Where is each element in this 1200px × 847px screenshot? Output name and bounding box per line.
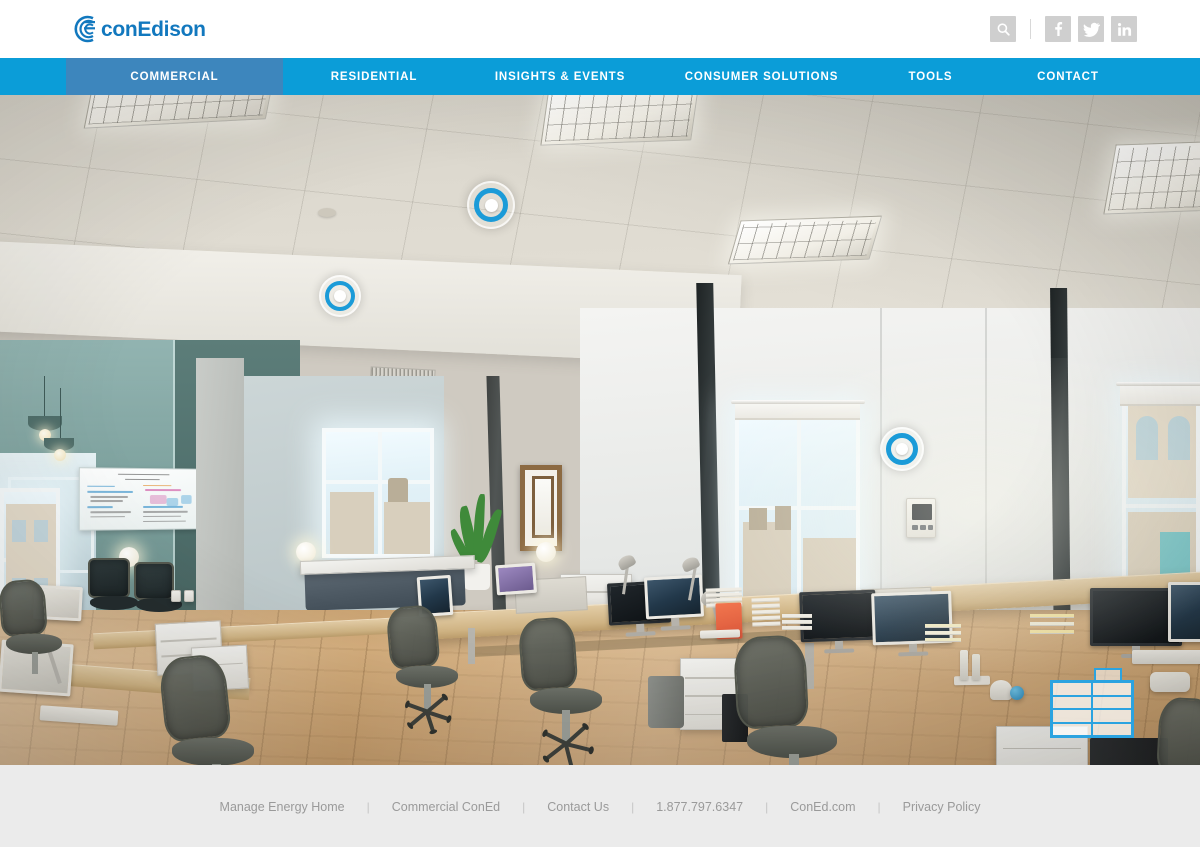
computer-monitor — [643, 574, 705, 631]
desk-accessory — [1150, 672, 1190, 692]
facebook-f-glyph — [1055, 22, 1063, 36]
keyboard — [699, 629, 741, 639]
hotspot-ceiling-light[interactable] — [467, 181, 515, 229]
computer-monitor — [1168, 582, 1200, 642]
nav-item-residential[interactable]: RESIDENTIAL — [283, 58, 465, 95]
wall-thermostat — [906, 498, 936, 538]
logo-text: conEdison — [101, 17, 206, 41]
notes-stack — [1030, 614, 1074, 642]
window-shade-rod — [1116, 382, 1200, 386]
building-overlay-icon[interactable] — [1050, 668, 1136, 740]
hotspot-center-dot — [334, 290, 346, 302]
twitter-icon[interactable] — [1078, 16, 1104, 42]
footer-link-contact-us[interactable]: Contact Us — [525, 800, 631, 814]
pendant-cord — [44, 376, 45, 418]
pendant-bulb — [54, 449, 66, 461]
wall-outlet — [171, 590, 181, 602]
pendant-cord — [60, 388, 61, 440]
site-footer: Manage Energy Home | Commercial ConEd | … — [0, 765, 1200, 847]
desk-leg — [468, 628, 475, 664]
wall-outlet — [184, 590, 194, 602]
paper-stack — [782, 614, 812, 634]
footer-link-coned-com[interactable]: ConEd.com — [768, 800, 877, 814]
window-shade-rod — [731, 400, 865, 404]
nav-item-consumer-solutions[interactable]: CONSUMER SOLUTIONS — [655, 58, 868, 95]
linkedin-icon[interactable] — [1111, 16, 1137, 42]
smoke-detector — [318, 208, 336, 217]
nav-left-spacer — [0, 58, 66, 95]
sticky-notes — [925, 624, 961, 648]
window-shade — [1120, 384, 1200, 406]
interior-column — [196, 358, 244, 648]
table-lamp — [296, 542, 316, 562]
ceiling-light-fixture — [727, 215, 883, 265]
twitter-bird-glyph — [1083, 22, 1100, 37]
table-lamp — [536, 542, 556, 562]
facebook-icon[interactable] — [1045, 16, 1071, 42]
hero-office-image — [0, 58, 1200, 765]
stacked-books — [751, 597, 781, 629]
wall-poster — [532, 476, 554, 538]
ceiling-light-fixture — [1103, 139, 1200, 215]
computer-monitor — [495, 562, 537, 596]
hotspot-hvac-vent[interactable] — [319, 275, 361, 317]
logo[interactable]: conEdison — [66, 15, 206, 43]
footer-link-manage-energy-home[interactable]: Manage Energy Home — [198, 800, 367, 814]
pen-holder — [972, 654, 980, 680]
waste-bin — [648, 676, 684, 728]
main-navigation: COMMERCIAL RESIDENTIAL INSIGHTS & EVENTS… — [0, 58, 1200, 95]
header-divider — [1030, 19, 1031, 39]
desk-cup — [990, 680, 1012, 700]
footer-link-list: Manage Energy Home | Commercial ConEd | … — [0, 800, 1200, 814]
hotspot-thermostat[interactable] — [880, 427, 924, 471]
nav-item-insights-events[interactable]: INSIGHTS & EVENTS — [465, 58, 655, 95]
nav-item-tools[interactable]: TOOLS — [868, 58, 993, 95]
office-window — [735, 406, 860, 621]
site-header: conEdison — [0, 0, 1200, 58]
whiteboard — [78, 467, 203, 531]
footer-link-privacy-policy[interactable]: Privacy Policy — [881, 800, 1003, 814]
hotspot-center-dot — [484, 198, 498, 212]
building-floors-grid — [1050, 680, 1134, 738]
office-scene — [0, 58, 1200, 765]
linkedin-in-glyph — [1117, 22, 1131, 36]
nav-item-commercial[interactable]: COMMERCIAL — [66, 58, 283, 95]
keyboard — [1132, 650, 1200, 664]
page-root: conEdison COMMERCIAL RESIDENTIAL INSIGHT… — [0, 0, 1200, 847]
footer-link-phone[interactable]: 1.877.797.6347 — [634, 800, 765, 814]
coned-c-logo-icon — [74, 15, 95, 43]
search-glass-glyph — [997, 22, 1010, 36]
header-utility-icons — [990, 16, 1137, 42]
search-icon[interactable] — [990, 16, 1016, 42]
footer-link-commercial-coned[interactable]: Commercial ConEd — [370, 800, 522, 814]
desk-ball — [1010, 686, 1024, 700]
nav-item-contact[interactable]: CONTACT — [993, 58, 1143, 95]
hotspot-center-dot — [896, 443, 908, 455]
office-window — [322, 428, 434, 558]
window-shade — [735, 402, 860, 420]
pen-holder — [960, 650, 968, 680]
